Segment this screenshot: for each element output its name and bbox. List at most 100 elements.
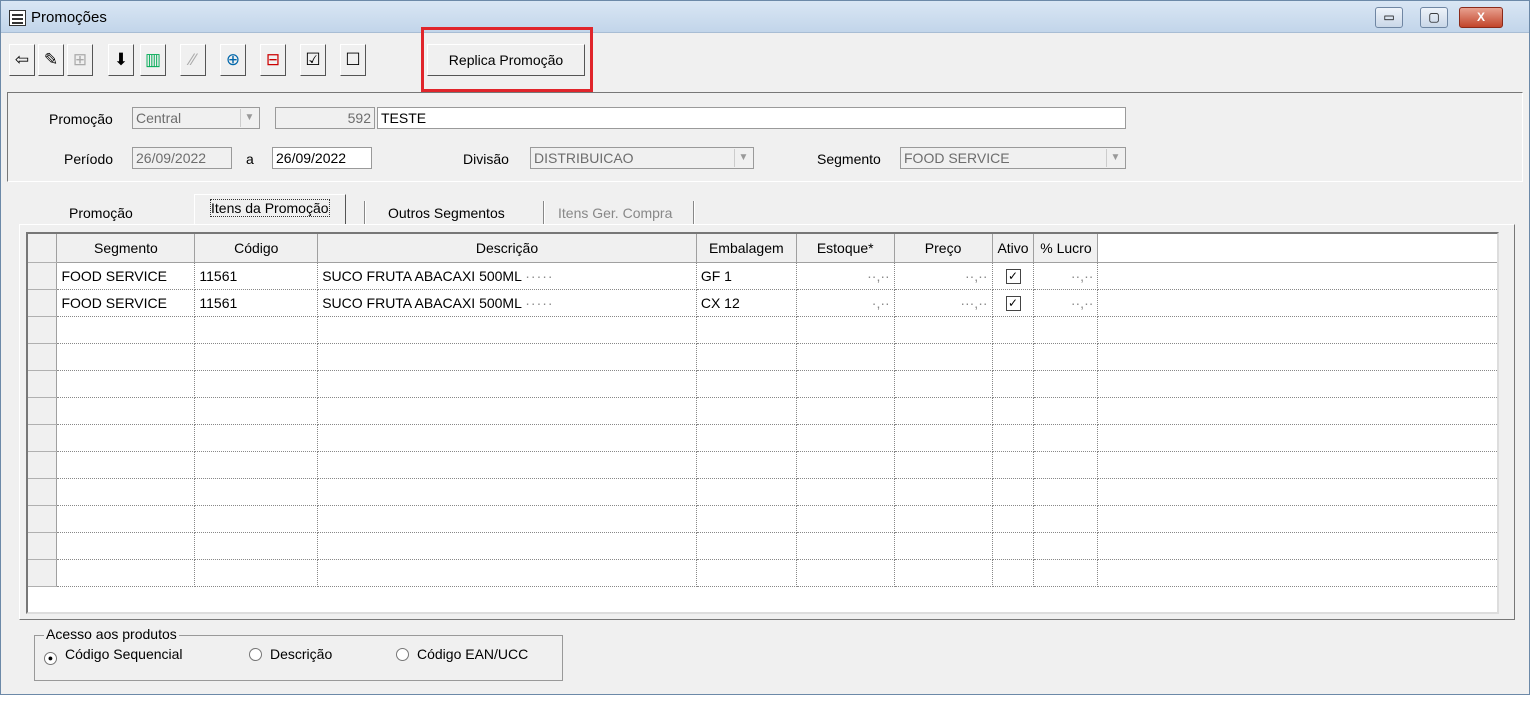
column-header[interactable]: % Lucro (1033, 234, 1099, 263)
cell-embalagem[interactable] (696, 478, 797, 506)
cell-estoque[interactable]: ··,·· (796, 262, 895, 290)
cell-lucro[interactable] (1033, 316, 1099, 344)
cell-lucro[interactable] (1033, 505, 1099, 533)
cell-embalagem[interactable] (696, 397, 797, 425)
table-row[interactable] (28, 424, 1497, 452)
cell-ativo[interactable] (992, 370, 1035, 398)
table-row[interactable]: FOOD SERVICE 11561 SUCO FRUTA ABACAXI 500M… (28, 262, 1497, 290)
cell-ativo[interactable] (992, 532, 1035, 560)
tab-itens-da-promocao[interactable]: Itens da Promoção (194, 194, 346, 224)
table-row[interactable] (28, 559, 1497, 587)
cell-estoque[interactable] (796, 478, 895, 506)
cell-ativo[interactable] (992, 343, 1035, 371)
cell-preco[interactable] (894, 532, 993, 560)
cell-preco[interactable]: ··,·· (894, 262, 993, 290)
radio-codigo-sequencial[interactable]: ● Código Sequencial (44, 646, 183, 665)
cell-descricao[interactable] (317, 478, 697, 506)
cell-preco[interactable]: ···,·· (894, 289, 993, 317)
exit-icon[interactable]: ⇦ (9, 44, 35, 76)
cell-embalagem[interactable]: CX 12 (696, 289, 797, 317)
row-indicator[interactable] (28, 478, 58, 506)
cell-segmento[interactable]: FOOD SERVICE (56, 262, 196, 290)
row-indicator[interactable] (28, 343, 58, 371)
cell-segmento[interactable] (56, 505, 196, 533)
row-indicator[interactable] (28, 289, 58, 317)
grid-icon[interactable]: ▥ (140, 44, 166, 76)
cell-ativo[interactable]: ✓ (992, 262, 1035, 290)
check-list-icon[interactable]: ☑ (300, 44, 326, 76)
table-row[interactable] (28, 532, 1497, 560)
cell-descricao[interactable] (317, 424, 697, 452)
check-icon[interactable]: ✓ (1005, 269, 1021, 284)
cell-lucro[interactable] (1033, 478, 1099, 506)
promocao-name-input[interactable]: TESTE (377, 107, 1126, 129)
table-row[interactable] (28, 505, 1497, 533)
divisao-select[interactable]: DISTRIBUICAO ▼ (530, 147, 754, 169)
cell-ativo[interactable] (992, 478, 1035, 506)
cell-descricao[interactable] (317, 532, 697, 560)
row-indicator[interactable] (28, 559, 58, 587)
cell-embalagem[interactable] (696, 343, 797, 371)
cell-estoque[interactable] (796, 505, 895, 533)
cell-codigo[interactable]: 11561 (194, 262, 319, 290)
cell-preco[interactable] (894, 370, 993, 398)
radio-codigo-ean-ucc[interactable]: Código EAN/UCC (396, 646, 528, 662)
cell-codigo[interactable] (194, 532, 319, 560)
cell-embalagem[interactable] (696, 316, 797, 344)
cell-embalagem[interactable] (696, 424, 797, 452)
import-icon[interactable]: ⬇ (108, 44, 134, 76)
cell-ativo[interactable] (992, 451, 1035, 479)
cell-lucro[interactable]: ··,·· (1033, 262, 1099, 290)
cell-descricao[interactable] (317, 316, 697, 344)
cell-codigo[interactable] (194, 397, 319, 425)
cell-descricao[interactable] (317, 451, 697, 479)
cell-ativo[interactable] (992, 316, 1035, 344)
radio-descricao[interactable]: Descrição (249, 646, 332, 662)
cell-descricao[interactable] (317, 505, 697, 533)
cell-codigo[interactable] (194, 451, 319, 479)
cell-estoque[interactable] (796, 397, 895, 425)
cell-segmento[interactable] (56, 451, 196, 479)
cell-estoque[interactable] (796, 532, 895, 560)
column-header[interactable]: Ativo (992, 234, 1035, 263)
column-header[interactable]: Código (194, 234, 319, 263)
cell-codigo[interactable] (194, 424, 319, 452)
cell-segmento[interactable] (56, 559, 196, 587)
cell-ativo[interactable] (992, 397, 1035, 425)
minimize-button[interactable]: ▭ (1375, 7, 1403, 28)
cell-lucro[interactable]: ··,·· (1033, 289, 1099, 317)
cell-descricao[interactable] (317, 559, 697, 587)
row-indicator[interactable] (28, 370, 58, 398)
row-indicator[interactable] (28, 532, 58, 560)
cell-ativo[interactable] (992, 559, 1035, 587)
cell-segmento[interactable] (56, 316, 196, 344)
cell-ativo[interactable] (992, 424, 1035, 452)
row-indicator[interactable] (28, 316, 58, 344)
table-row[interactable]: FOOD SERVICE 11561 SUCO FRUTA ABACAXI 500M… (28, 289, 1497, 317)
table-row[interactable] (28, 451, 1497, 479)
cell-lucro[interactable] (1033, 424, 1099, 452)
cell-lucro[interactable] (1033, 343, 1099, 371)
cell-segmento[interactable] (56, 424, 196, 452)
cell-segmento[interactable] (56, 370, 196, 398)
cell-estoque[interactable] (796, 424, 895, 452)
cell-codigo[interactable] (194, 316, 319, 344)
cell-preco[interactable] (894, 505, 993, 533)
cell-codigo[interactable] (194, 370, 319, 398)
column-header[interactable]: Embalagem (696, 234, 797, 263)
cell-preco[interactable] (894, 316, 993, 344)
cell-preco[interactable] (894, 397, 993, 425)
cell-embalagem[interactable]: GF 1 (696, 262, 797, 290)
close-button[interactable]: X (1459, 7, 1503, 28)
cell-segmento[interactable] (56, 478, 196, 506)
cell-segmento[interactable]: FOOD SERVICE (56, 289, 196, 317)
cell-descricao[interactable] (317, 397, 697, 425)
column-header[interactable]: Estoque* (796, 234, 895, 263)
table-row[interactable] (28, 397, 1497, 425)
column-header[interactable]: Preço (894, 234, 993, 263)
table-row[interactable] (28, 343, 1497, 371)
cell-embalagem[interactable] (696, 532, 797, 560)
cell-estoque[interactable]: ·,·· (796, 289, 895, 317)
cell-codigo[interactable] (194, 478, 319, 506)
cell-preco[interactable] (894, 559, 993, 587)
